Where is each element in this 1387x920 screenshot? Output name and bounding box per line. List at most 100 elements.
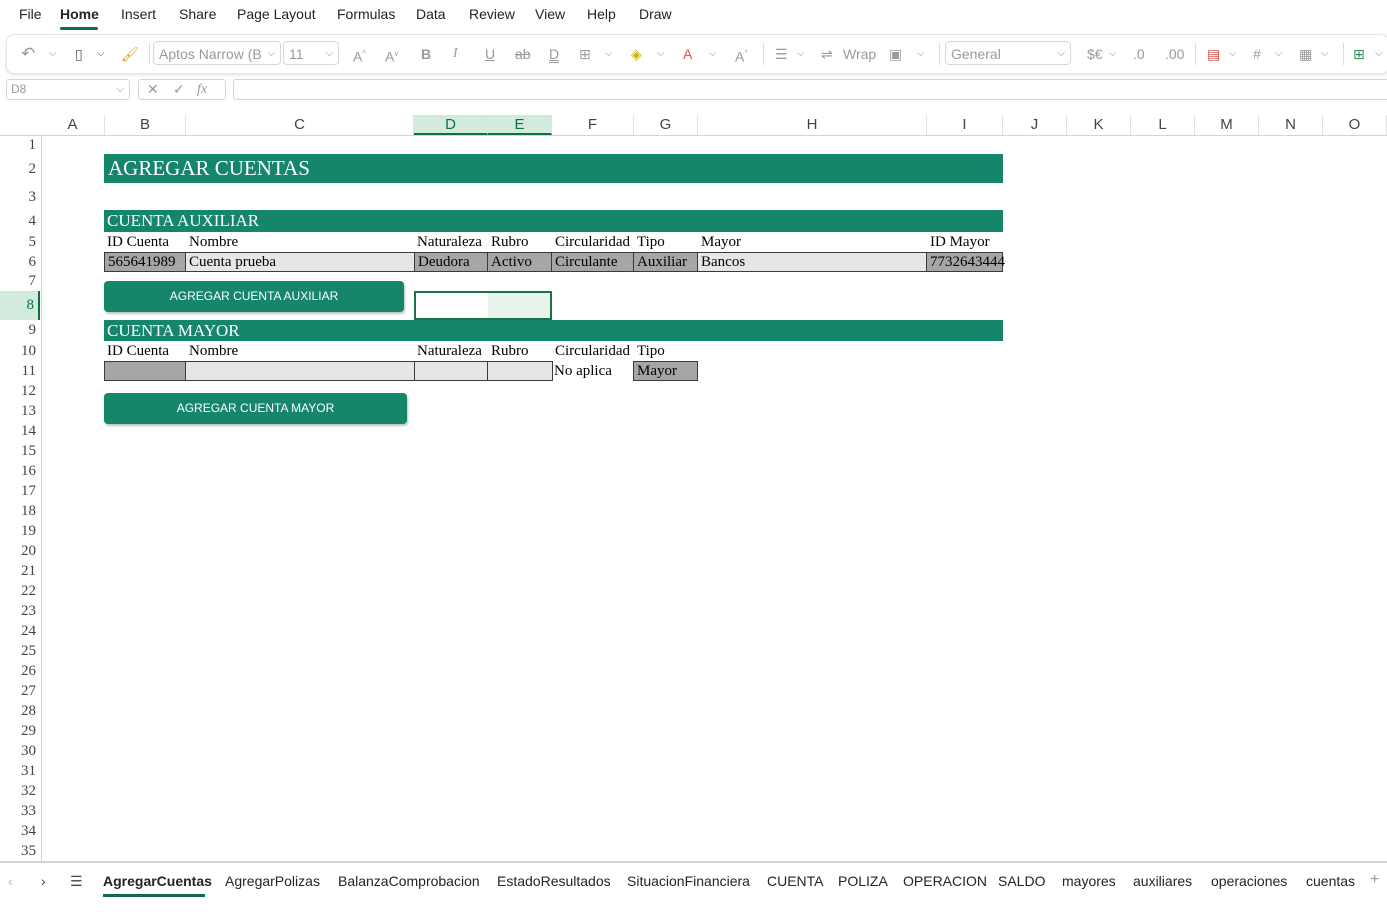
- row-header[interactable]: 29: [0, 721, 40, 741]
- sheet-tab-agregarcuentas[interactable]: AgregarCuentas: [103, 873, 212, 889]
- mayor-input-nombre[interactable]: [185, 361, 415, 381]
- row-header[interactable]: 7: [0, 272, 40, 291]
- column-header-c[interactable]: C: [186, 115, 414, 135]
- menu-data[interactable]: Data: [416, 6, 446, 22]
- bold-icon[interactable]: B: [421, 35, 431, 73]
- sheet-tab-operacion[interactable]: OPERACION: [903, 873, 987, 889]
- cell-selection-range[interactable]: [414, 291, 552, 320]
- column-header-j[interactable]: J: [1003, 115, 1067, 135]
- undo-dropdown-chevron-icon[interactable]: ⌵: [49, 35, 57, 73]
- increase-decimal-icon[interactable]: .0: [1133, 35, 1145, 73]
- row-header[interactable]: 33: [0, 801, 40, 821]
- column-header-b[interactable]: B: [105, 115, 186, 135]
- column-header-l[interactable]: L: [1131, 115, 1195, 135]
- row-header[interactable]: 34: [0, 821, 40, 841]
- undo-icon[interactable]: ↶: [21, 35, 35, 73]
- row-header[interactable]: 35: [0, 841, 40, 861]
- currency-dropdown-chevron-icon[interactable]: ⌵: [1109, 35, 1117, 73]
- row-header[interactable]: 25: [0, 641, 40, 661]
- menu-draw[interactable]: Draw: [639, 6, 672, 22]
- double-underline-icon[interactable]: D: [549, 35, 559, 73]
- sheet-tab-auxiliares[interactable]: auxiliares: [1133, 873, 1192, 889]
- column-header-k[interactable]: K: [1067, 115, 1131, 135]
- row-header[interactable]: 23: [0, 601, 40, 621]
- menu-home[interactable]: Home: [60, 6, 99, 22]
- column-header-m[interactable]: M: [1195, 115, 1259, 135]
- cell-styles-icon[interactable]: ▦: [1299, 35, 1312, 73]
- sheet-tab-cuenta[interactable]: CUENTA: [767, 873, 824, 889]
- menu-help[interactable]: Help: [587, 6, 616, 22]
- row-header[interactable]: 4: [0, 210, 40, 232]
- row-header[interactable]: 18: [0, 501, 40, 521]
- row-header[interactable]: 8: [0, 291, 40, 320]
- font-color-dropdown-chevron-icon[interactable]: ⌵: [709, 35, 717, 73]
- row-header[interactable]: 11: [0, 361, 40, 381]
- row-header[interactable]: 24: [0, 621, 40, 641]
- row-header[interactable]: 31: [0, 761, 40, 781]
- borders-dropdown-chevron-icon[interactable]: ⌵: [605, 35, 613, 73]
- font-color-icon[interactable]: A: [683, 35, 692, 73]
- name-box[interactable]: D8 ⌵: [6, 79, 130, 100]
- clear-format-icon[interactable]: A°: [735, 35, 748, 76]
- conditional-format-chevron-icon[interactable]: ⌵: [1229, 35, 1237, 73]
- function-icon[interactable]: fx: [197, 80, 207, 99]
- table-format-icon[interactable]: #: [1253, 35, 1261, 73]
- paste-icon[interactable]: ▯: [75, 35, 83, 73]
- sheet-tab-balanzacomprobacion[interactable]: BalanzaComprobacion: [338, 873, 480, 889]
- row-header[interactable]: 2: [0, 155, 40, 184]
- sheet-tab-situacionfinanciera[interactable]: SituacionFinanciera: [627, 873, 750, 889]
- decrease-font-icon[interactable]: Av: [385, 35, 398, 76]
- scroll-tabs-left-icon[interactable]: ‹: [8, 873, 13, 889]
- row-header[interactable]: 10: [0, 341, 40, 361]
- currency-format-icon[interactable]: $€: [1087, 35, 1103, 73]
- all-sheets-menu-icon[interactable]: ☰: [70, 873, 83, 890]
- align-dropdown-chevron-icon[interactable]: ⌵: [797, 35, 805, 73]
- sheet-tab-saldo[interactable]: SALDO: [998, 873, 1045, 889]
- fill-color-dropdown-chevron-icon[interactable]: ⌵: [657, 35, 665, 73]
- underline-icon[interactable]: U: [485, 35, 495, 73]
- row-header[interactable]: 12: [0, 381, 40, 401]
- sheet-tab-estadoresultados[interactable]: EstadoResultados: [497, 873, 611, 889]
- mayor-input-circularidad[interactable]: No aplica: [551, 361, 635, 381]
- wrap-text-icon[interactable]: ⇌: [821, 35, 833, 73]
- row-header[interactable]: 16: [0, 461, 40, 481]
- sheet-tab-poliza[interactable]: POLIZA: [838, 873, 888, 889]
- table-format-chevron-icon[interactable]: ⌵: [1275, 35, 1283, 73]
- aux-input-tipo[interactable]: Auxiliar: [633, 252, 699, 272]
- sheet-tab-agregarpolizas[interactable]: AgregarPolizas: [225, 873, 320, 889]
- row-header[interactable]: 20: [0, 541, 40, 561]
- fill-color-icon[interactable]: ◈: [631, 35, 642, 73]
- column-header-e[interactable]: E: [488, 115, 552, 135]
- row-header[interactable]: 6: [0, 252, 40, 272]
- paste-dropdown-chevron-icon[interactable]: ⌵: [97, 35, 105, 73]
- mayor-input-tipo[interactable]: Mayor: [633, 361, 698, 381]
- cancel-icon[interactable]: ✕: [147, 80, 159, 99]
- borders-icon[interactable]: ⊞: [579, 35, 591, 73]
- format-painter-icon[interactable]: 🖌: [121, 35, 139, 73]
- aux-input-id-mayor[interactable]: 7732643444: [926, 252, 1005, 272]
- wrap-text-label[interactable]: Wrap: [843, 35, 876, 73]
- strikethrough-icon[interactable]: ab: [515, 35, 531, 73]
- confirm-icon[interactable]: ✓: [173, 80, 185, 99]
- row-header[interactable]: 1: [0, 135, 40, 155]
- merge-dropdown-chevron-icon[interactable]: ⌵: [917, 35, 925, 73]
- column-header-h[interactable]: H: [698, 115, 927, 135]
- agregar-cuenta-auxiliar-button[interactable]: AGREGAR CUENTA AUXILIAR: [104, 281, 404, 312]
- scroll-tabs-right-icon[interactable]: ›: [41, 873, 46, 889]
- conditional-format-icon[interactable]: ▤: [1207, 35, 1220, 73]
- insert-cells-chevron-icon[interactable]: ⌵: [1375, 35, 1383, 73]
- row-header[interactable]: 30: [0, 741, 40, 761]
- column-header-d[interactable]: D: [414, 115, 488, 135]
- menu-share[interactable]: Share: [179, 6, 216, 22]
- cell-styles-chevron-icon[interactable]: ⌵: [1321, 35, 1329, 73]
- add-sheet-icon[interactable]: +: [1370, 871, 1379, 889]
- column-header-o[interactable]: O: [1323, 115, 1387, 135]
- mayor-input-id-cuenta[interactable]: [104, 361, 186, 381]
- aux-input-mayor[interactable]: Bancos: [697, 252, 928, 272]
- row-header[interactable]: 13: [0, 401, 40, 421]
- sheet-tab-mayores[interactable]: mayores: [1062, 873, 1116, 889]
- insert-cells-icon[interactable]: ⊞: [1353, 35, 1365, 73]
- row-header[interactable]: 14: [0, 421, 40, 441]
- aux-input-circularidad[interactable]: Circulante: [551, 252, 635, 272]
- row-header[interactable]: 17: [0, 481, 40, 501]
